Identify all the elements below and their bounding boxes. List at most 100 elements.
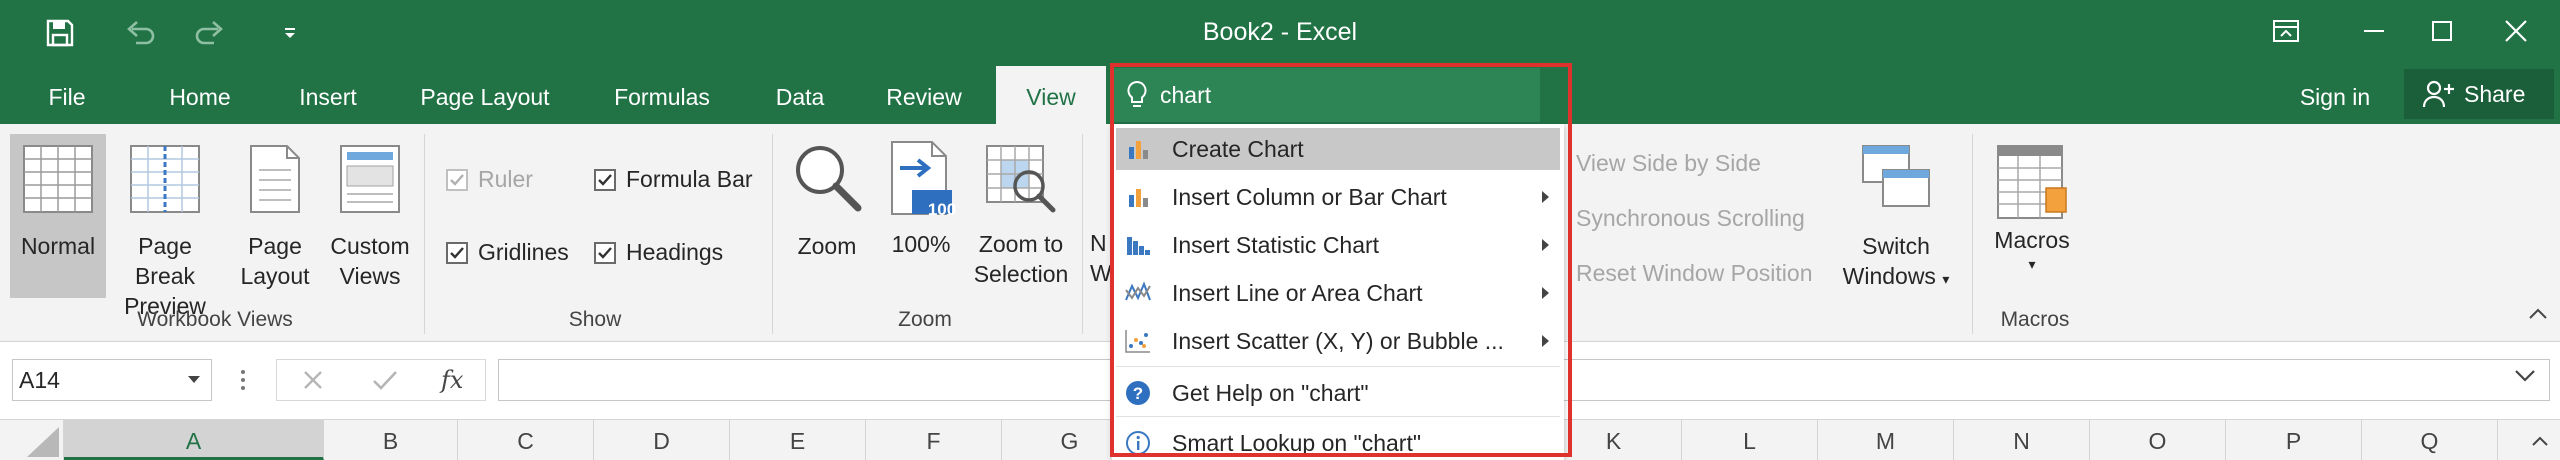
custom-views-button[interactable]: Custom Views	[322, 134, 418, 298]
tell-me-search-box[interactable]: chart	[1112, 68, 1540, 122]
chevron-right-icon	[1530, 334, 1560, 348]
ruler-checkbox[interactable]: Ruler	[446, 166, 533, 193]
view-side-by-side-button[interactable]: View Side by Side	[1536, 150, 1761, 177]
column-header-a[interactable]: A	[64, 420, 324, 460]
headings-label: Headings	[626, 239, 724, 265]
sign-in-link[interactable]: Sign in	[2280, 66, 2390, 124]
synchronous-scrolling-button[interactable]: Synchronous Scrolling	[1536, 205, 1805, 232]
tab-data[interactable]: Data	[760, 66, 840, 124]
formula-bar-resize-handle[interactable]	[236, 365, 250, 395]
column-header-f[interactable]: F	[866, 420, 1002, 460]
group-label-workbook-views: Workbook Views	[137, 308, 293, 331]
result-insert-scatter-bubble-chart[interactable]: Insert Scatter (X, Y) or Bubble ...	[1116, 320, 1560, 362]
chevron-down-icon	[2515, 370, 2535, 382]
new-window-button[interactable]: N Wi	[1090, 134, 1110, 298]
cancel-entry-button[interactable]	[288, 359, 338, 401]
reset-window-position-button[interactable]: Reset Window Position	[1536, 260, 1813, 287]
column-header-b[interactable]: B	[324, 420, 458, 460]
column-header-c[interactable]: C	[458, 420, 594, 460]
expand-formula-bar-button[interactable]	[2514, 369, 2536, 388]
result-insert-statistic-chart[interactable]: Insert Statistic Chart	[1116, 224, 1560, 266]
name-box[interactable]: A14	[12, 359, 212, 401]
column-header-m[interactable]: M	[1818, 420, 1954, 460]
result-get-help[interactable]: ? Get Help on "chart"	[1116, 372, 1560, 414]
menu-separator	[1116, 416, 1560, 417]
column-header-o[interactable]: O	[2090, 420, 2226, 460]
zoom-100-button[interactable]: 100 100%	[876, 134, 966, 298]
chevron-right-icon	[1530, 286, 1560, 300]
save-button[interactable]	[30, 0, 90, 66]
page-layout-view-button[interactable]: Page Layout	[232, 134, 318, 298]
column-header-e[interactable]: E	[730, 420, 866, 460]
ribbon-display-options-button[interactable]	[2242, 0, 2330, 62]
customize-qat-button[interactable]	[260, 0, 320, 66]
insert-function-button[interactable]: fx	[430, 359, 480, 401]
macros-button[interactable]: Macros ▾	[1982, 134, 2082, 298]
custom-views-label-1: Custom	[330, 233, 410, 259]
result-create-chart[interactable]: Create Chart	[1116, 128, 1560, 170]
tab-view[interactable]: View	[996, 66, 1106, 124]
reset-window-position-label: Reset Window Position	[1576, 260, 1813, 286]
normal-view-button[interactable]: Normal	[10, 134, 106, 298]
checkbox-icon	[446, 241, 468, 264]
redo-button[interactable]	[180, 0, 240, 66]
switch-windows-label-1: Switch	[1862, 233, 1930, 259]
synchronous-scrolling-label: Synchronous Scrolling	[1576, 205, 1805, 231]
tab-insert[interactable]: Insert	[280, 66, 376, 124]
chevron-right-icon	[1530, 238, 1560, 252]
select-all-button[interactable]	[0, 420, 64, 460]
checkbox-icon	[594, 241, 616, 264]
view-side-by-side-label: View Side by Side	[1576, 150, 1761, 176]
zoom-100-label: 100%	[891, 231, 951, 257]
zoom-button[interactable]: Zoom	[784, 134, 870, 298]
group-label-show: Show	[568, 308, 622, 331]
svg-text:?: ?	[1133, 384, 1143, 403]
checkbox-icon	[446, 168, 468, 191]
chevron-up-icon	[2529, 308, 2547, 319]
minimize-icon	[2364, 30, 2384, 32]
zoom-to-selection-button[interactable]: Zoom to Selection	[966, 134, 1076, 298]
column-header-n[interactable]: N	[1954, 420, 2090, 460]
column-header-q[interactable]: Q	[2362, 420, 2498, 460]
zoom-label: Zoom	[797, 233, 857, 259]
formula-bar-checkbox[interactable]: Formula Bar	[594, 166, 753, 193]
gridlines-checkbox[interactable]: Gridlines	[446, 239, 569, 266]
result-smart-lookup[interactable]: Smart Lookup on "chart"	[1116, 422, 1560, 460]
svg-text:fx: fx	[439, 366, 464, 394]
new-window-label-partial: N	[1090, 230, 1107, 256]
checkbox-icon	[594, 168, 616, 191]
page-break-preview-icon	[130, 145, 200, 213]
result-insert-column-bar-chart[interactable]: Insert Column or Bar Chart	[1116, 176, 1560, 218]
tab-home[interactable]: Home	[150, 66, 250, 124]
collapse-ribbon-button[interactable]	[2524, 300, 2552, 328]
page-break-preview-button[interactable]: Page Break Preview	[106, 134, 224, 319]
switch-windows-button[interactable]: Switch Windows ▾	[1836, 134, 1956, 298]
column-header-l[interactable]: L	[1682, 420, 1818, 460]
column-header-p[interactable]: P	[2226, 420, 2362, 460]
headings-checkbox[interactable]: Headings	[594, 239, 723, 266]
enter-entry-button[interactable]	[360, 359, 410, 401]
undo-button[interactable]	[110, 0, 170, 66]
tab-file[interactable]: File	[18, 66, 116, 124]
column-chart-icon	[1116, 185, 1160, 209]
tab-formulas[interactable]: Formulas	[598, 66, 726, 124]
close-button[interactable]	[2472, 0, 2560, 62]
zoom-to-selection-icon	[986, 145, 1056, 213]
tell-me-query: chart	[1160, 81, 1212, 108]
share-button[interactable]: Share	[2404, 69, 2554, 119]
close-icon	[2505, 20, 2527, 42]
zoom-to-selection-label-2: Selection	[973, 261, 1069, 287]
cancel-icon	[304, 371, 322, 389]
column-header-k[interactable]: K	[1546, 420, 1682, 460]
result-insert-line-area-chart[interactable]: Insert Line or Area Chart	[1116, 272, 1560, 314]
result-label: Create Chart	[1172, 135, 1304, 162]
magnifier-icon	[796, 146, 862, 212]
scatter-chart-icon	[1116, 328, 1160, 354]
tab-review[interactable]: Review	[872, 66, 976, 124]
group-separator	[424, 134, 425, 334]
normal-view-label: Normal	[20, 233, 96, 259]
scroll-up-button[interactable]	[2520, 420, 2560, 460]
tab-page-layout[interactable]: Page Layout	[410, 66, 560, 124]
result-label: Get Help on "chart"	[1172, 379, 1369, 406]
column-header-d[interactable]: D	[594, 420, 730, 460]
